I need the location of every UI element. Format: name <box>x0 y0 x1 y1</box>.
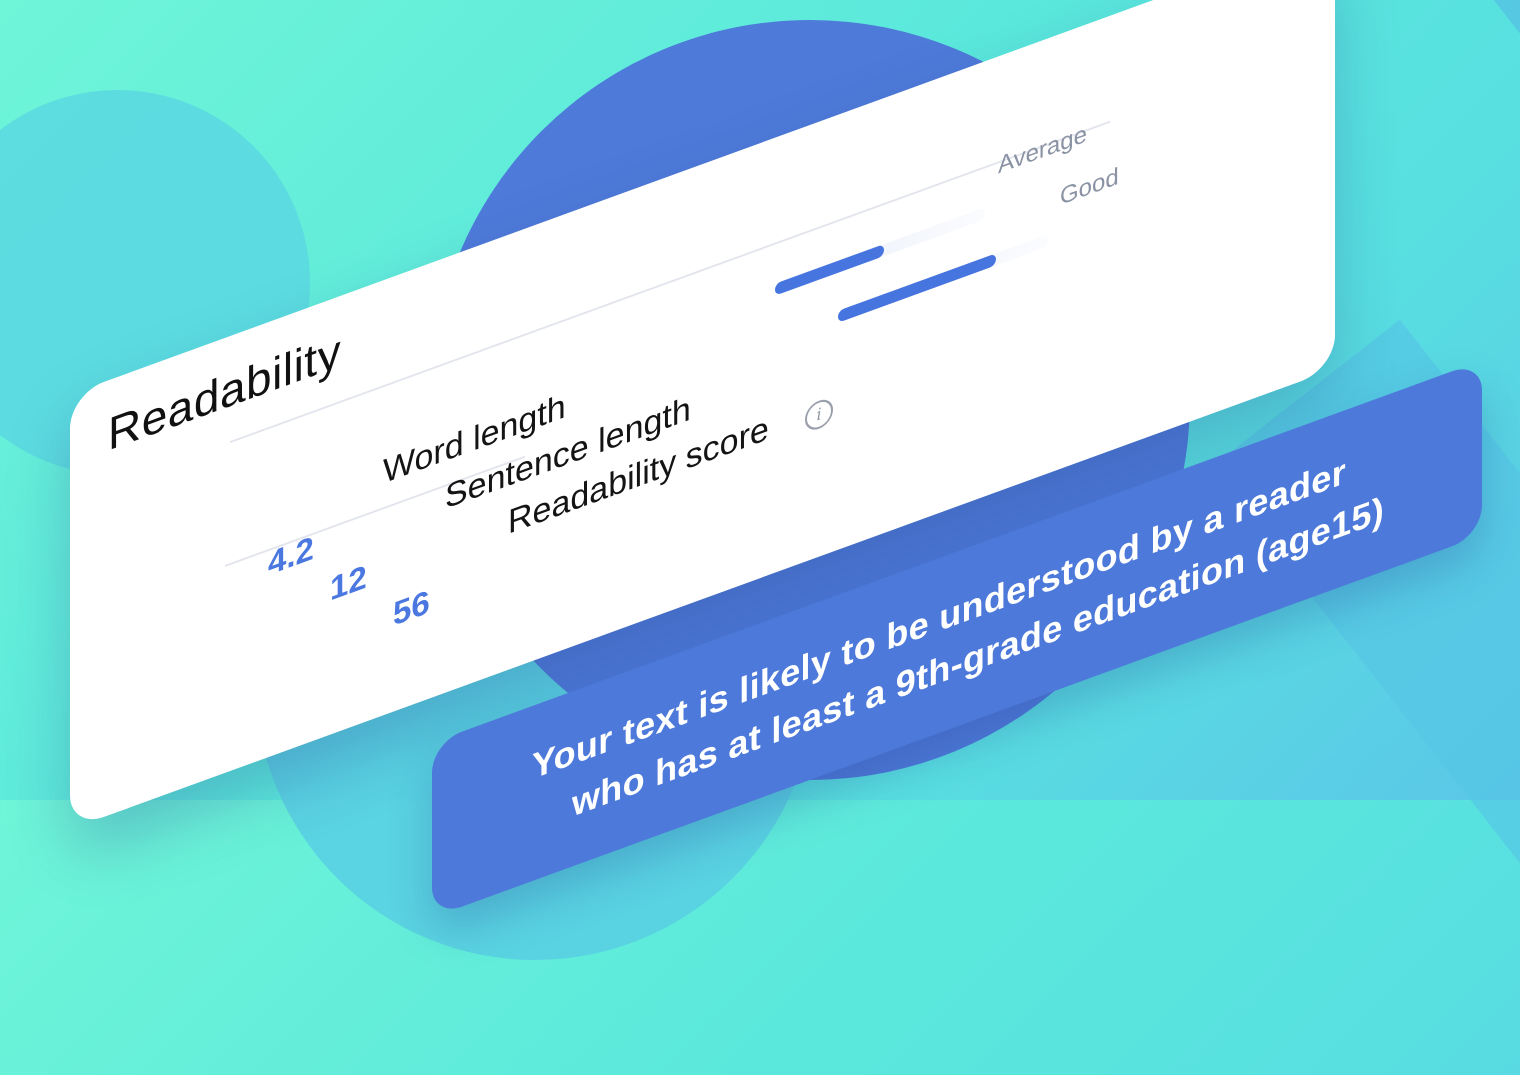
average-bar-label: Average <box>998 120 1087 180</box>
good-bar-label: Good <box>1060 162 1119 211</box>
good-bar <box>838 234 1048 323</box>
average-bar <box>775 207 985 296</box>
average-bar-fill <box>775 243 885 296</box>
card-divider-top <box>230 120 1110 444</box>
